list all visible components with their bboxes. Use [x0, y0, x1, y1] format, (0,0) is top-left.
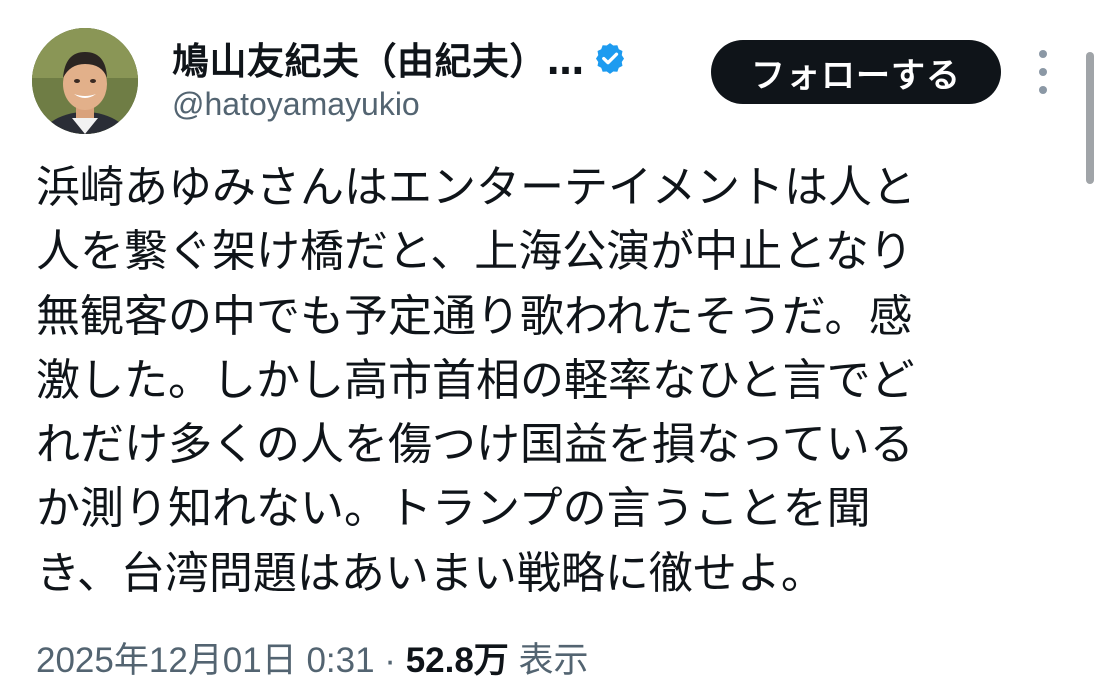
tweet-text-line: き、台湾問題はあいまい戦略に徹せよ。: [36, 547, 825, 599]
tweet-text-line: れだけ多くの人を傷つけ国益を損なっている: [36, 419, 914, 471]
tweet-text-line: 無観客の中でも予定通り歌われたそうだ。感: [36, 290, 913, 342]
follow-button[interactable]: フォローする: [711, 40, 1001, 104]
tweet-text: 浜崎あゆみさんはエンターテイメントは人と 人を繋ぐ架け橋だと、上海公演が中止とな…: [36, 156, 1036, 606]
views-label: 表示: [508, 641, 589, 680]
verified-badge-icon[interactable]: [593, 41, 627, 75]
avatar-icon[interactable]: [32, 28, 138, 134]
more-options-icon[interactable]: [1028, 50, 1058, 94]
more-dot: [1039, 86, 1047, 94]
tweet-timestamp[interactable]: 2025年12月01日 0:31: [36, 641, 375, 680]
author-handle[interactable]: @hatoyamayukio: [172, 86, 420, 123]
author-name-row: 鳩山友紀夫（由紀夫）…: [172, 31, 627, 85]
tweet-text-line: か測り知れない。トランプの言うことを聞: [36, 483, 871, 535]
scrollbar-thumb[interactable]: [1086, 52, 1094, 184]
tweet-card: 鳩山友紀夫（由紀夫）… @hatoyamayukio フォローする 浜崎あゆみさ…: [0, 0, 1096, 697]
tweet-meta: 2025年12月01日 0:31 · 52.8万 表示: [36, 632, 589, 683]
meta-separator: ·: [374, 641, 406, 680]
views-count: 52.8万: [405, 641, 509, 680]
author-display-name[interactable]: 鳩山友紀夫（由紀夫）…: [172, 31, 585, 85]
tweet-text-line: 人を繋ぐ架け橋だと、上海公演が中止となり: [36, 226, 913, 278]
more-dot: [1039, 68, 1047, 76]
more-dot: [1039, 50, 1047, 58]
tweet-text-line: 浜崎あゆみさんはエンターテイメントは人と: [36, 162, 916, 213]
tweet-text-line: 激した。しかし高市首相の軽率なひと言でど: [36, 354, 915, 406]
